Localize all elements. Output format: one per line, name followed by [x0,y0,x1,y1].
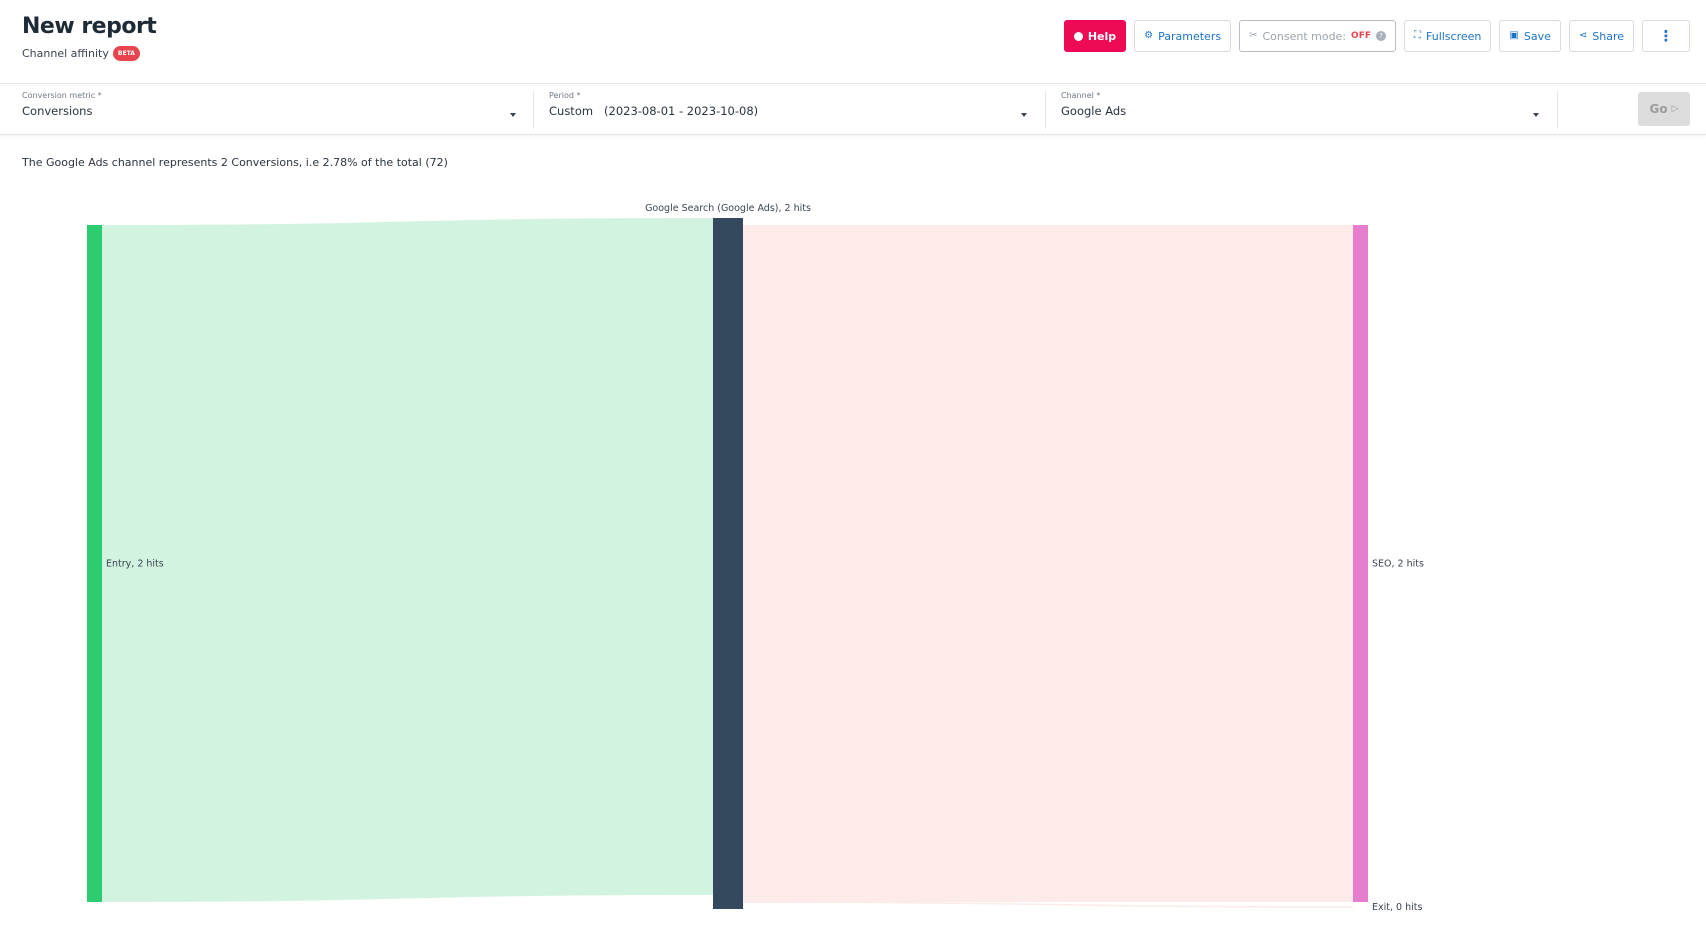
kebab-icon: ⋮ [1658,27,1674,45]
sankey-node-entry[interactable] [87,225,102,902]
fullscreen-label: Fullscreen [1426,29,1482,43]
floppy-icon: ▣ [1509,30,1519,41]
divider [533,91,534,129]
play-icon: ▷ [1671,104,1679,114]
report-header: New report Channel affinity BETA Help ⚙ … [0,0,1706,84]
save-button[interactable]: ▣ Save [1499,20,1561,52]
go-label: Go [1649,102,1668,116]
scissors-icon: ✂ [1249,30,1258,41]
toolbar: Help ⚙ Parameters ✂ Consent mode: OFF ? ⛶… [1063,20,1690,52]
sankey-node-label-seo: SEO, 2 hits [1372,559,1424,570]
fullscreen-button[interactable]: ⛶ Fullscreen [1404,20,1492,52]
sankey-node-label-exit: Exit, 0 hits [1372,902,1422,913]
share-icon: ⋖ [1578,30,1588,41]
save-label: Save [1523,29,1551,43]
channel-label: Channel * [1061,91,1101,100]
chevron-down-icon [510,113,516,117]
chevron-down-icon [1533,113,1539,117]
help-button[interactable]: Help [1063,20,1127,52]
conversion-metric-label: Conversion metric * [22,91,102,100]
parameters-button[interactable]: ⚙ Parameters [1134,20,1232,52]
channel-select[interactable]: Channel * Google Ads [1061,91,1539,131]
conversion-metric-value: Conversions [22,104,93,118]
report-subtitle: Channel affinity BETA [22,46,140,61]
page-title: New report [22,14,157,39]
sankey-link-google_search-seo[interactable] [743,225,1353,902]
share-label: Share [1592,29,1624,43]
share-button[interactable]: ⋖ Share [1568,20,1634,52]
sankey-node-seo[interactable] [1353,225,1368,902]
divider [1557,91,1558,129]
sankey-node-label-entry: Entry, 2 hits [106,559,164,570]
chevron-down-icon [1021,113,1027,117]
parameters-label: Parameters [1158,29,1222,43]
sankey-link-entry-google_search[interactable] [102,218,713,902]
question-icon[interactable]: ? [1376,31,1386,41]
period-select[interactable]: Period * Custom (2023-08-01 - 2023-10-08… [549,91,1027,131]
go-button[interactable]: Go ▷ [1638,92,1690,126]
divider [1045,91,1046,129]
fullscreen-icon: ⛶ [1414,30,1421,41]
conversion-metric-select[interactable]: Conversion metric * Conversions [22,91,516,131]
sankey-node-google_search[interactable] [713,218,743,909]
period-label: Period * [549,91,581,100]
more-options-button[interactable]: ⋮ [1642,20,1690,52]
summary-text: The Google Ads channel represents 2 Conv… [22,156,448,169]
sankey-node-label-google_search: Google Search (Google Ads), 2 hits [645,203,811,214]
consent-state: OFF [1351,31,1371,41]
beta-badge: BETA [112,46,140,61]
report-type-label: Channel affinity [22,47,109,60]
period-value: Custom (2023-08-01 - 2023-10-08) [549,104,759,118]
sankey-chart: Entry, 2 hits Google Search (Google Ads),… [87,203,1424,913]
sankey-link-google_search-exit[interactable] [742,901,1354,908]
consent-label: Consent mode: [1262,29,1347,43]
filter-bar: Conversion metric * Conversions Period *… [0,85,1706,135]
help-label: Help [1087,29,1117,43]
consent-mode-button[interactable]: ✂ Consent mode: OFF ? [1239,20,1396,52]
help-icon [1073,31,1083,41]
channel-value: Google Ads [1061,104,1127,118]
gear-icon: ⚙ [1144,30,1154,41]
